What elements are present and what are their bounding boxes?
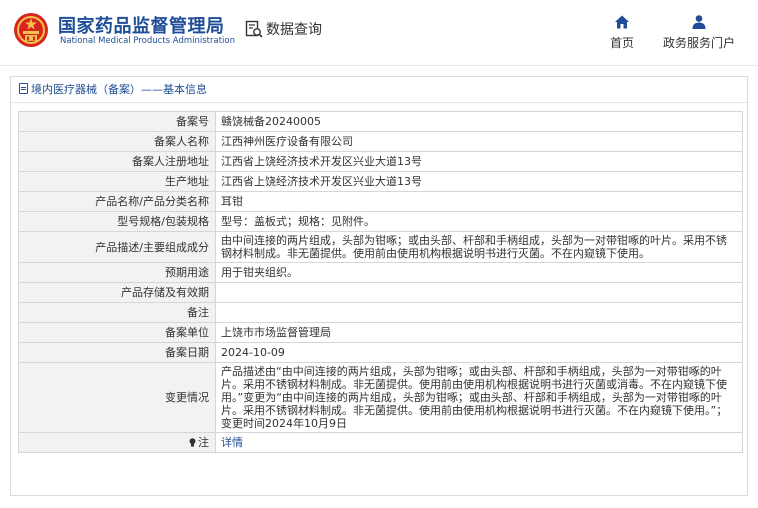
data-query-label: 数据查询 xyxy=(266,22,322,38)
lightbulb-icon xyxy=(189,438,196,447)
field-label: 注 xyxy=(198,436,209,449)
table-row: 注 详情 xyxy=(18,432,743,453)
field-value: 由中间连接的两片组成，头部为钳啄；或由头部、杆部和手柄组成，头部为一对带钳啄的叶… xyxy=(215,231,743,263)
breadcrumb-text: 境内医疗器械（备案）——基本信息 xyxy=(31,83,207,96)
note-label-cell: 注 xyxy=(18,432,216,453)
field-label: 产品存储及有效期 xyxy=(18,282,216,303)
field-value: 耳钳 xyxy=(215,191,743,212)
national-emblem-icon xyxy=(14,13,48,47)
field-label: 型号规格/包装规格 xyxy=(18,211,216,232)
field-value: 江西省上饶经济技术开发区兴业大道13号 xyxy=(215,171,743,192)
details-link[interactable]: 详情 xyxy=(221,436,243,449)
table-row: 变更情况 产品描述由“由中间连接的两片组成，头部为钳啄；或由头部、杆部和手柄组成… xyxy=(18,362,743,433)
field-value: 江西省上饶经济技术开发区兴业大道13号 xyxy=(215,151,743,172)
field-value: 用于钳夹组织。 xyxy=(215,262,743,283)
field-label: 备案单位 xyxy=(18,322,216,343)
field-value: 赣饶械备20240005 xyxy=(215,111,743,132)
field-label: 变更情况 xyxy=(18,362,216,433)
table-row: 产品描述/主要组成成分 由中间连接的两片组成，头部为钳啄；或由头部、杆部和手柄组… xyxy=(18,231,743,263)
site-header: 国家药品监督管理局 National Medical Products Admi… xyxy=(0,0,758,66)
nav-service-portal[interactable]: 政务服务门户 xyxy=(660,14,738,51)
field-value: 型号：盖板式；规格：见附件。 xyxy=(215,211,743,232)
field-label: 预期用途 xyxy=(18,262,216,283)
details-cell: 详情 xyxy=(215,432,743,453)
field-label: 备案人名称 xyxy=(18,131,216,152)
table-row: 产品存储及有效期 xyxy=(18,282,743,303)
table-row: 备案单位 上饶市市场监督管理局 xyxy=(18,322,743,343)
field-label: 备案日期 xyxy=(18,342,216,363)
table-row: 备案号 赣饶械备20240005 xyxy=(18,111,743,132)
table-row: 型号规格/包装规格 型号：盖板式；规格：见附件。 xyxy=(18,211,743,232)
field-label: 产品描述/主要组成成分 xyxy=(18,231,216,263)
data-query-icon xyxy=(245,20,263,38)
table-row: 预期用途 用于钳夹组织。 xyxy=(18,262,743,283)
field-label: 备注 xyxy=(18,302,216,323)
table-row: 生产地址 江西省上饶经济技术开发区兴业大道13号 xyxy=(18,171,743,192)
table-row: 备案人名称 江西神州医疗设备有限公司 xyxy=(18,131,743,152)
nav-home-label: 首页 xyxy=(609,36,634,50)
table-row: 备案人注册地址 江西省上饶经济技术开发区兴业大道13号 xyxy=(18,151,743,172)
site-title: 国家药品监督管理局 xyxy=(58,16,225,37)
home-icon xyxy=(615,15,629,29)
table-row: 备案日期 2024-10-09 xyxy=(18,342,743,363)
field-label: 产品名称/产品分类名称 xyxy=(18,191,216,212)
field-label: 生产地址 xyxy=(18,171,216,192)
nav-portal-label: 政务服务门户 xyxy=(662,36,735,50)
table-row: 备注 xyxy=(18,302,743,323)
field-value: 江西神州医疗设备有限公司 xyxy=(215,131,743,152)
field-value xyxy=(215,302,743,323)
table-row: 产品名称/产品分类名称 耳钳 xyxy=(18,191,743,212)
nav-home[interactable]: 首页 xyxy=(606,14,638,51)
user-icon xyxy=(692,15,706,29)
field-label: 备案人注册地址 xyxy=(18,151,216,172)
breadcrumb: 境内医疗器械（备案）——基本信息 xyxy=(11,77,747,103)
document-icon xyxy=(19,83,28,94)
site-subtitle: National Medical Products Administration xyxy=(60,36,235,46)
field-value: 上饶市市场监督管理局 xyxy=(215,322,743,343)
field-label: 备案号 xyxy=(18,111,216,132)
record-table: 备案号 赣饶械备20240005 备案人名称 江西神州医疗设备有限公司 备案人注… xyxy=(18,111,743,453)
field-value xyxy=(215,282,743,303)
detail-panel: 境内医疗器械（备案）——基本信息 备案号 赣饶械备20240005 备案人名称 … xyxy=(10,76,748,496)
field-value: 产品描述由“由中间连接的两片组成，头部为钳啄；或由头部、杆部和手柄组成，头部为一… xyxy=(215,362,743,433)
field-value: 2024-10-09 xyxy=(215,342,743,363)
